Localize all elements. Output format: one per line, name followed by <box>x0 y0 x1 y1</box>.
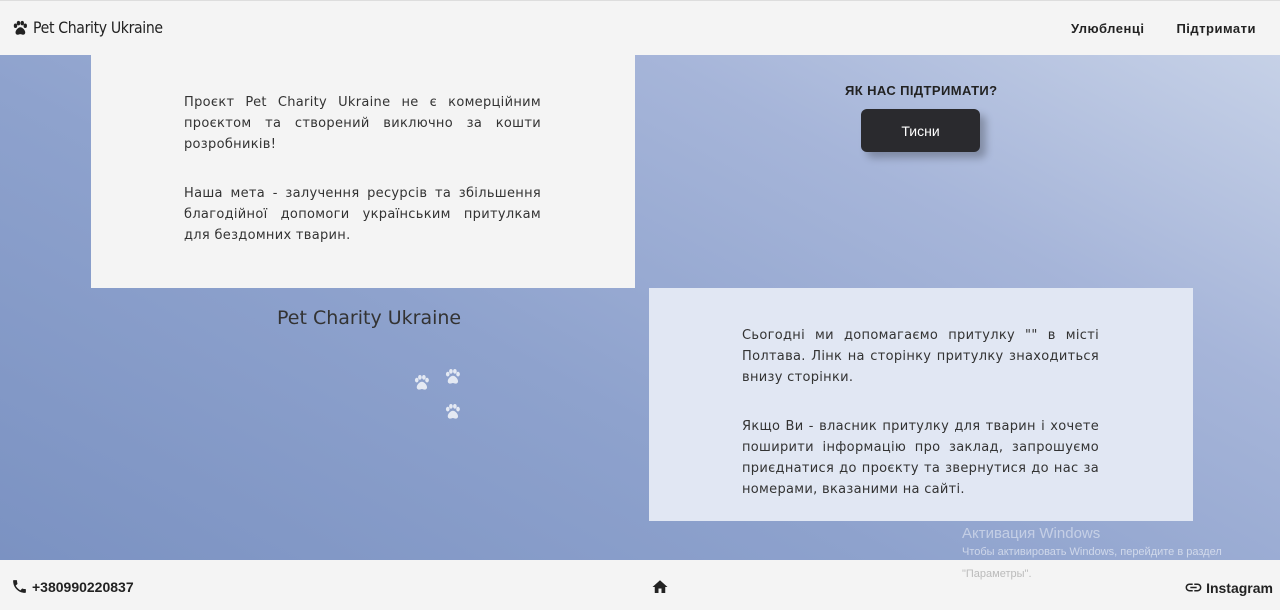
phone-number: +380990220837 <box>32 578 134 595</box>
hero-section: Проєкт Pet Charity Ukraine не є комерцій… <box>0 55 1280 560</box>
watermark-line-2: "Параметры". <box>962 568 1032 580</box>
navbar: Pet Charity Ukraine Улюбленці Підтримати <box>0 0 1280 55</box>
center-brand-title: Pet Charity Ukraine <box>277 307 462 329</box>
brand-link[interactable]: Pet Charity Ukraine <box>11 18 180 37</box>
paw-icon <box>445 403 460 419</box>
shelter-text-2: Якщо Ви - власник притулку для тварин і … <box>742 419 1099 497</box>
phone-link[interactable]: +380990220837 <box>11 578 134 595</box>
instagram-link[interactable]: Instagram <box>1184 578 1273 597</box>
about-card: Проєкт Pet Charity Ukraine не є комерцій… <box>91 55 635 288</box>
nav-link-favorites[interactable]: Улюбленці <box>1071 21 1144 36</box>
about-text-2: Наша мета - залучення ресурсів та збільш… <box>184 186 541 243</box>
instagram-label: Instagram <box>1206 579 1273 596</box>
watermark-line-1: Чтобы активировать Windows, перейдите в … <box>962 546 1222 558</box>
support-button[interactable]: Тисни <box>861 109 980 152</box>
home-icon[interactable] <box>651 578 669 596</box>
paw-icon <box>13 20 27 35</box>
watermark-title: Активация Windows <box>962 525 1101 542</box>
about-text-1: Проєкт Pet Charity Ukraine не є комерцій… <box>184 95 541 152</box>
footer: "Параметры". +380990220837 Instagram <box>0 560 1280 610</box>
nav-links: Улюбленці Підтримати <box>1071 21 1256 36</box>
paw-icon <box>414 374 429 390</box>
support-title: ЯК НАС ПІДТРИМАТИ? <box>845 83 998 98</box>
windows-activation-watermark: Активация Windows Чтобы активировать Win… <box>962 525 1222 560</box>
link-icon <box>1185 583 1202 592</box>
brand-name: Pet Charity Ukraine <box>33 18 163 37</box>
paw-icon <box>445 368 460 384</box>
shelter-card: Сьогодні ми допомагаємо притулку "" в мі… <box>649 288 1193 521</box>
nav-link-support[interactable]: Підтримати <box>1176 21 1256 36</box>
phone-icon <box>13 580 26 593</box>
paw-prints-decoration <box>412 367 472 427</box>
shelter-text-1: Сьогодні ми допомагаємо притулку "" в мі… <box>742 328 1099 385</box>
